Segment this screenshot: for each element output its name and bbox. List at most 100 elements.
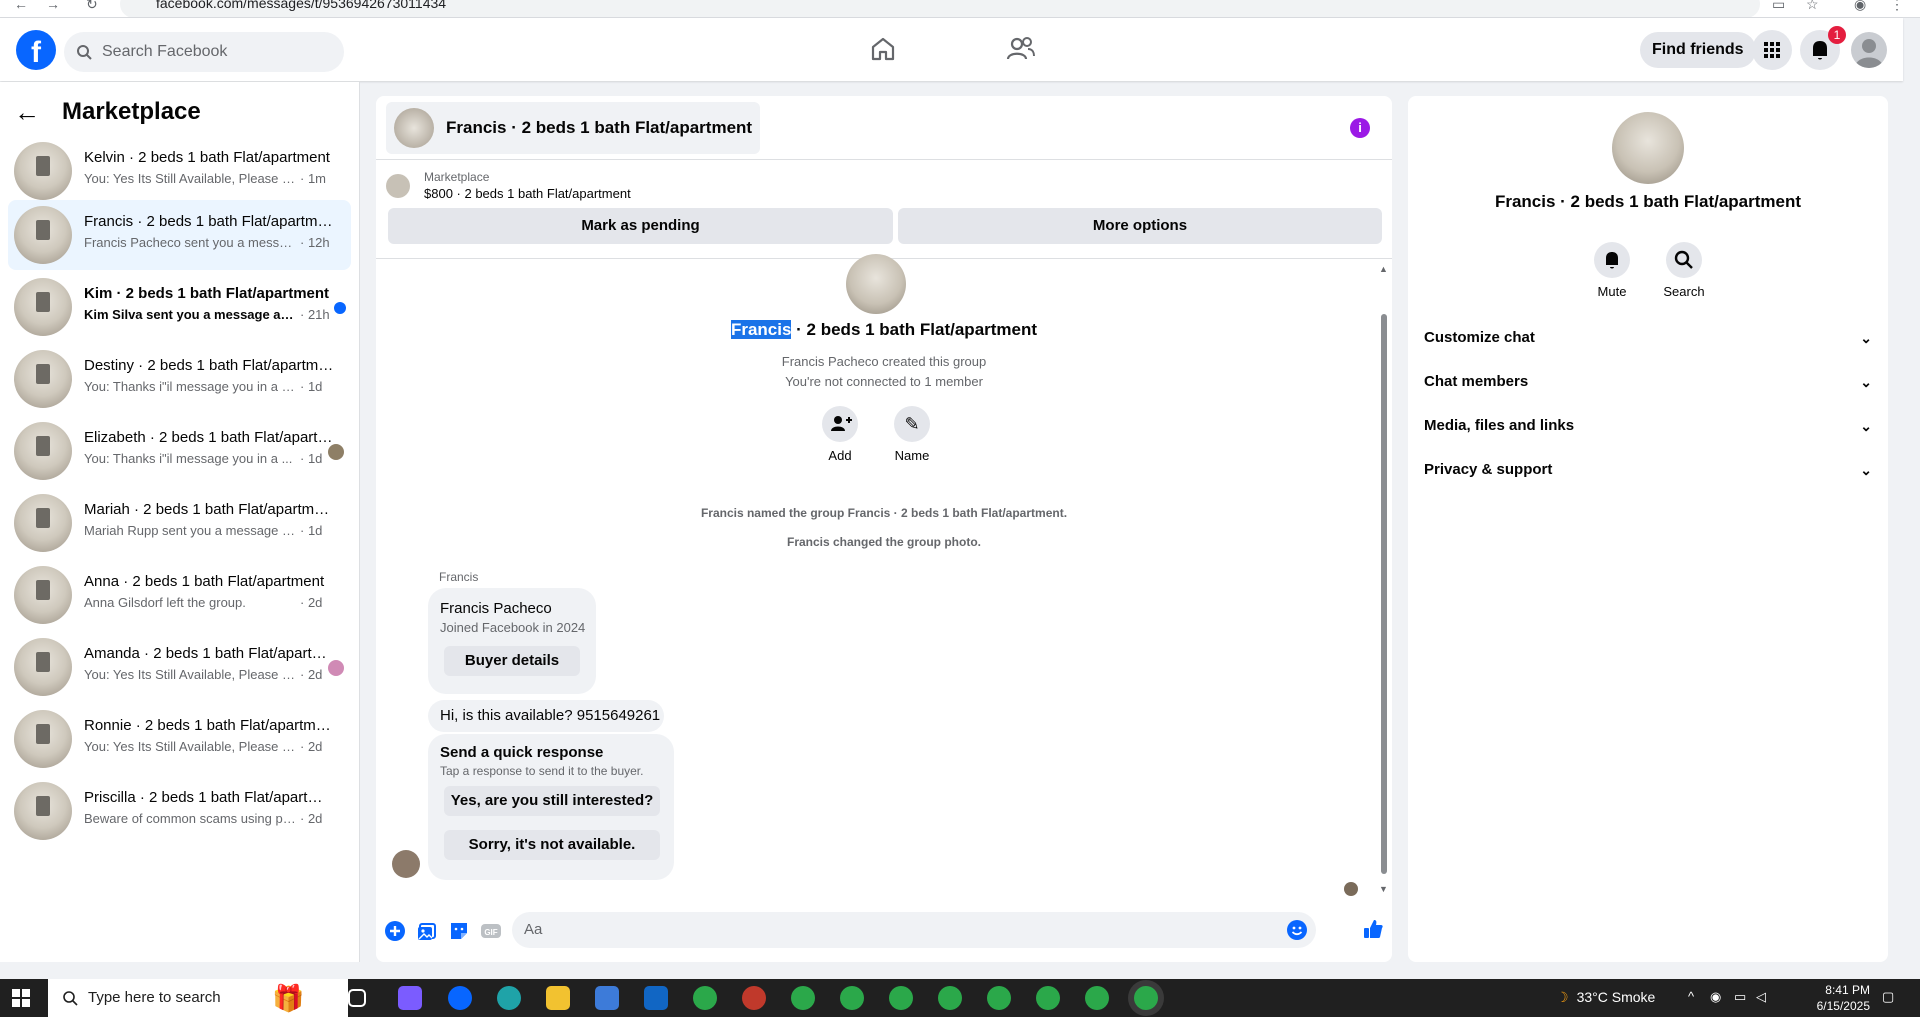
chat-header[interactable]: Francis · 2 beds 1 bath Flat/apartment [386,102,761,154]
listing-thumbnail [14,142,72,200]
listing-thumbnail [14,206,72,264]
conversation-item[interactable]: Elizabeth · 2 beds 1 bath Flat/apartment… [8,416,351,486]
action-center-icon[interactable]: ▢ [1882,989,1894,1005]
buyer-details-button[interactable]: Buyer details [444,646,580,676]
copilot-icon[interactable] [398,986,422,1010]
plus-circle-icon[interactable] [384,920,406,942]
conversation-item[interactable]: Mariah · 2 beds 1 bath Flat/apartment Ma… [8,488,351,558]
section-label: Privacy & support [1424,461,1553,478]
conversation-name: Francis · 2 beds 1 bath Flat/apartment [84,213,334,230]
outlook-icon[interactable] [644,986,668,1010]
tray-app-icon[interactable]: ◉ [1710,989,1721,1005]
photo-icon[interactable] [416,920,438,942]
task-view-icon[interactable] [348,989,366,1007]
conversation-item[interactable]: Kim · 2 beds 1 bath Flat/apartment Kim S… [8,272,351,342]
friends-icon[interactable] [1006,34,1036,64]
conversation-item[interactable]: Destiny · 2 beds 1 bath Flat/apartment Y… [8,344,351,414]
taskbar-clock[interactable]: 8:41 PM 6/15/2025 [1800,982,1870,1014]
network-icon[interactable]: ▭ [1734,989,1746,1005]
chat-title: Francis · 2 beds 1 bath Flat/apartment [446,118,753,137]
weather-widget[interactable]: ☽ 33°C Smoke [1556,989,1655,1006]
paint-icon[interactable] [742,986,766,1010]
back-arrow-icon[interactable]: ← [14,97,40,128]
name-group-action[interactable]: ✎ Name [882,406,942,463]
conversation-item[interactable]: Priscilla · 2 beds 1 bath Flat/apartment… [8,776,351,846]
quick-response-yes-button[interactable]: Yes, are you still interested? [444,786,660,816]
chrome-icon[interactable] [693,986,717,1010]
search-input[interactable]: Search Facebook [64,32,344,72]
windows-taskbar: Type here to search 🎁 ☽ 33°C Smoke ^ ◉ ▭ … [0,979,1920,1017]
mute-label: Mute [1597,284,1627,299]
scroll-up-icon[interactable]: ▲ [1379,264,1388,274]
listing-thumbnail [14,422,72,480]
gif-icon[interactable]: GIF [480,920,502,942]
facebook-logo[interactable]: f [16,30,56,70]
mute-action[interactable]: Mute [1582,242,1642,299]
forward-arrow-icon[interactable]: → [46,0,60,12]
bookmark-star-icon[interactable]: ☆ [1806,0,1819,13]
volume-icon[interactable]: ◁ [1756,989,1766,1005]
back-arrow-icon[interactable]: ← [14,0,28,12]
conversation-item[interactable]: Ronnie · 2 beds 1 bath Flat/apartment Yo… [8,704,351,774]
edge-icon[interactable] [497,986,521,1010]
conversation-snippet: You: Thanks i"il message you in a ... [84,451,293,466]
chrome-icon[interactable] [791,986,815,1010]
seen-avatar [328,660,344,676]
chrome-icon[interactable] [1085,986,1109,1010]
media-files-links-section[interactable]: Media, files and links ⌄ [1424,408,1872,444]
scroll-down-icon[interactable]: ▼ [1379,884,1388,894]
section-label: Customize chat [1424,329,1535,346]
not-connected-text: You're not connected to 1 member [785,374,983,389]
mark-pending-button[interactable]: Mark as pending [388,208,893,244]
reload-icon[interactable]: ↻ [86,0,98,13]
file-explorer-icon[interactable] [546,986,570,1010]
listing-thumbnail [14,494,72,552]
scrollbar-thumb[interactable] [1381,314,1387,874]
search-action[interactable]: Search [1654,242,1714,299]
emoji-icon[interactable] [1286,919,1308,941]
profile-icon[interactable]: ◉ [1854,0,1866,13]
menu-grid-button[interactable] [1752,30,1792,70]
conversation-item-active[interactable]: Francis · 2 beds 1 bath Flat/apartment F… [8,200,351,270]
chrome-icon[interactable] [987,986,1011,1010]
pencil-icon: ✎ [894,406,930,442]
account-avatar[interactable] [1851,32,1887,68]
chrome-icon[interactable] [889,986,913,1010]
chat-members-section[interactable]: Chat members ⌄ [1424,364,1872,400]
sticker-icon[interactable] [448,920,470,942]
facebook-app-icon[interactable] [448,986,472,1010]
customize-chat-section[interactable]: Customize chat ⌄ [1424,320,1872,356]
home-icon[interactable] [868,34,898,64]
conversation-item[interactable]: Kelvin · 2 beds 1 bath Flat/apartment Yo… [8,136,351,206]
search-icon [63,991,78,1006]
windows-start-icon[interactable] [12,989,30,1007]
conversation-item[interactable]: Anna · 2 beds 1 bath Flat/apartment Anna… [8,560,351,630]
privacy-support-section[interactable]: Privacy & support ⌄ [1424,452,1872,488]
menu-dots-icon[interactable]: ⋮ [1890,0,1904,13]
thumbs-up-icon[interactable] [1362,918,1384,940]
system-message: Francis named the group Francis · 2 beds… [700,506,1068,520]
listing-price[interactable]: $800 · 2 beds 1 bath Flat/apartment [424,186,631,201]
taskbar-search-placeholder: Type here to search [88,989,221,1006]
conversation-snippet: You: Yes Its Still Available, Please Se.… [84,667,299,682]
tray-chevron-icon[interactable]: ^ [1688,989,1694,1004]
chrome-icon[interactable] [938,986,962,1010]
chrome-icon[interactable] [1036,986,1060,1010]
add-member-action[interactable]: Add [810,406,870,463]
chrome-icon[interactable] [840,986,864,1010]
info-icon[interactable]: i [1350,118,1370,138]
message-input[interactable]: Aa [512,912,1316,948]
chrome-icon-active[interactable] [1134,986,1158,1010]
gift-icon: 🎁 [272,983,305,1013]
taskbar-search-input[interactable]: Type here to search 🎁 [48,979,348,1017]
cast-icon[interactable]: ▭ [1772,0,1785,13]
more-options-button[interactable]: More options [898,208,1382,244]
chat-info-panel: Francis · 2 beds 1 bath Flat/apartment M… [1408,96,1888,962]
find-friends-button[interactable]: Find friends [1640,32,1756,68]
address-bar[interactable]: facebook.com/messages/t/9536942673011434 [120,0,1760,17]
quick-response-card: Send a quick response Tap a response to … [428,734,674,880]
quick-response-no-button[interactable]: Sorry, it's not available. [444,830,660,860]
store-icon[interactable] [595,986,619,1010]
conversation-name: Ronnie · 2 beds 1 bath Flat/apartment [84,717,334,734]
conversation-item[interactable]: Amanda · 2 beds 1 bath Flat/apartment Yo… [8,632,351,702]
